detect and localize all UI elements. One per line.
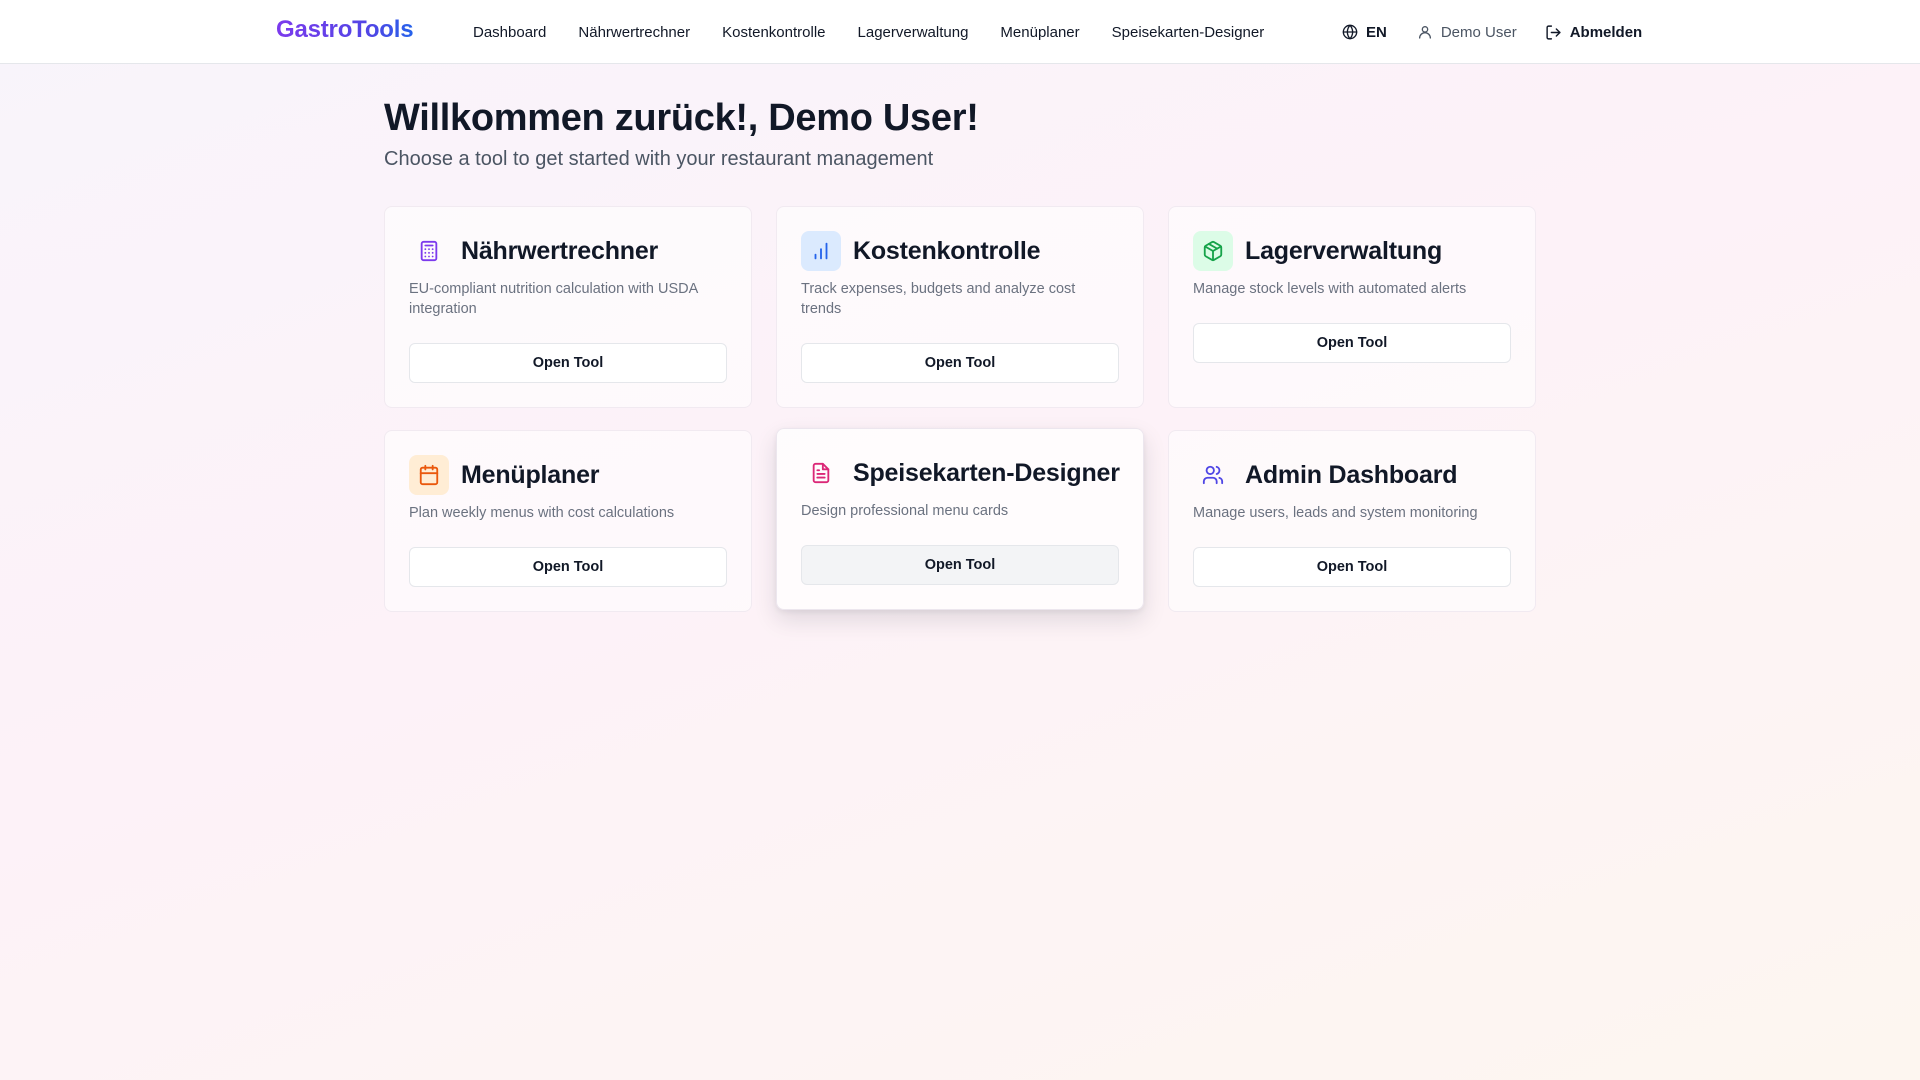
logout-icon	[1545, 24, 1562, 41]
package-icon	[1193, 231, 1233, 271]
tool-description: Design professional menu cards	[801, 503, 1009, 519]
tool-card-menueplaner: Menüplaner Plan weekly menus with cost c…	[384, 430, 752, 612]
top-navbar: GastroTools Dashboard Nährwertrechner Ko…	[0, 0, 1920, 64]
nav-menueplaner[interactable]: Menüplaner	[1000, 24, 1079, 41]
open-tool-button[interactable]: Open Tool	[409, 343, 727, 383]
user-name: Demo User	[1440, 23, 1517, 41]
nav-kostenkontrolle[interactable]: Kostenkontrolle	[722, 24, 825, 41]
users-icon	[1193, 455, 1233, 495]
calendar-icon	[409, 455, 449, 495]
nav-dashboard[interactable]: Dashboard	[473, 24, 546, 41]
tool-card-lagerverwaltung: Lagerverwaltung Manage stock levels with…	[1168, 206, 1536, 408]
tool-title: Speisekarten-Designer	[853, 458, 1120, 487]
open-tool-button[interactable]: Open Tool	[801, 343, 1119, 383]
open-tool-button[interactable]: Open Tool	[1193, 323, 1511, 363]
tool-card-speisekarten-designer: Speisekarten-Designer Design professiona…	[776, 428, 1144, 610]
tool-description: EU-compliant nutrition calculation with …	[409, 281, 698, 317]
logout-label: Abmelden	[1569, 23, 1643, 41]
logout-button[interactable]: Abmelden	[1545, 23, 1643, 41]
globe-icon	[1342, 24, 1358, 40]
main-nav: Dashboard Nährwertrechner Kostenkontroll…	[473, 0, 1264, 64]
open-tool-button[interactable]: Open Tool	[1193, 547, 1511, 587]
tool-description: Manage stock levels with automated alert…	[1193, 281, 1467, 297]
nav-speisekarten-designer[interactable]: Speisekarten-Designer	[1112, 24, 1265, 41]
bar-chart-icon	[801, 231, 841, 271]
dashboard-main: Willkommen zurück!, Demo User! Choose a …	[384, 96, 1536, 612]
tool-description: Track expenses, budgets and analyze cost…	[801, 281, 1076, 317]
language-switcher[interactable]: EN	[1342, 24, 1387, 41]
nav-naehrwertrechner[interactable]: Nährwertrechner	[578, 24, 690, 41]
welcome-subtitle: Choose a tool to get started with your r…	[384, 148, 934, 170]
tool-title: Menüplaner	[461, 460, 600, 489]
user-icon	[1417, 24, 1433, 40]
tool-card-admin-dashboard: Admin Dashboard Manage users, leads and …	[1168, 430, 1536, 612]
open-tool-button[interactable]: Open Tool	[409, 547, 727, 587]
calculator-icon	[409, 231, 449, 271]
tool-card-kostenkontrolle: Kostenkontrolle Track expenses, budgets …	[776, 206, 1144, 408]
file-text-icon	[801, 453, 841, 493]
tool-description: Manage users, leads and system monitorin…	[1193, 505, 1478, 521]
tool-title: Kostenkontrolle	[853, 236, 1041, 265]
language-label: EN	[1366, 23, 1387, 41]
tool-title: Nährwertrechner	[461, 236, 659, 265]
welcome-title: Willkommen zurück!, Demo User!	[384, 97, 979, 139]
tool-description: Plan weekly menus with cost calculations	[409, 505, 675, 521]
brand-logo[interactable]: GastroTools	[276, 16, 414, 44]
tool-title: Admin Dashboard	[1245, 460, 1458, 489]
tool-title: Lagerverwaltung	[1245, 236, 1443, 265]
tool-card-naehrwertrechner: Nährwertrechner EU-compliant nutrition c…	[384, 206, 752, 408]
open-tool-button[interactable]: Open Tool	[801, 545, 1119, 585]
nav-lagerverwaltung[interactable]: Lagerverwaltung	[858, 24, 969, 41]
user-menu[interactable]: Demo User	[1417, 24, 1517, 41]
header-actions: EN Demo User Abmelden	[1342, 0, 1642, 64]
